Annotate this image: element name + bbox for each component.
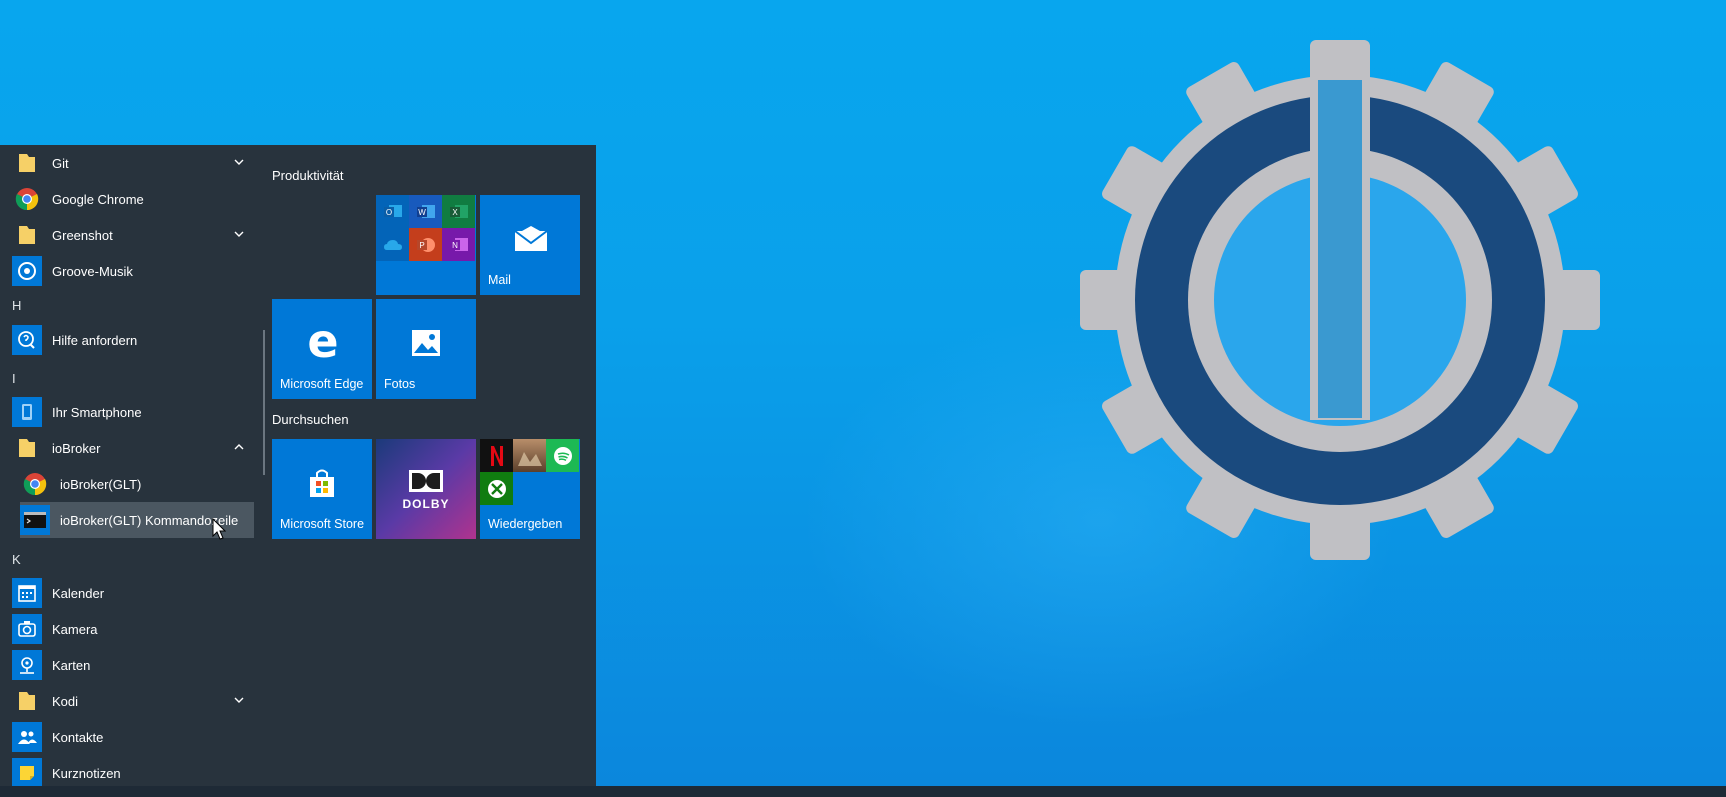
app-list: Git Google Chrome Greenshot Groove-Musik…: [0, 145, 262, 786]
app-label: Groove-Musik: [52, 263, 133, 279]
app-item-git[interactable]: Git: [0, 145, 254, 181]
contacts-icon: [12, 722, 42, 752]
folder-icon: [12, 686, 42, 716]
letter-header-k[interactable]: K: [12, 552, 21, 567]
phone-icon: [12, 397, 42, 427]
app-label: Greenshot: [52, 227, 113, 243]
app-item-iobroker-glt[interactable]: ioBroker(GLT): [0, 466, 254, 502]
tile-microsoft-edge[interactable]: e Microsoft Edge: [272, 299, 372, 399]
app-item-kodi[interactable]: Kodi: [0, 683, 254, 719]
app-item-greenshot[interactable]: Greenshot: [0, 217, 254, 253]
app-list-scrollbar[interactable]: [263, 330, 265, 475]
letter-header-h[interactable]: H: [12, 298, 21, 313]
maps-icon: [12, 650, 42, 680]
app-label: Kalender: [52, 585, 105, 601]
mouse-cursor-icon: [212, 518, 226, 540]
onenote-icon: N: [442, 228, 475, 261]
powerpoint-letter: P: [419, 241, 424, 250]
chevron-down-icon[interactable]: [232, 227, 246, 241]
xbox-icon: [480, 472, 513, 505]
group-title-produktivitaet[interactable]: Produktivität: [272, 168, 344, 183]
chevron-down-icon[interactable]: [232, 155, 246, 169]
app-item-google-chrome[interactable]: Google Chrome: [0, 181, 254, 217]
powerpoint-icon: P: [409, 228, 442, 261]
edge-icon: e: [307, 314, 339, 368]
excel-icon: X: [442, 195, 475, 228]
app-label: Karten: [52, 657, 91, 673]
word-letter: W: [418, 208, 426, 217]
app-item-hilfe-anfordern[interactable]: Hilfe anfordern: [0, 322, 254, 358]
help-icon: [12, 325, 42, 355]
app-item-kontakte[interactable]: Kontakte: [0, 719, 254, 755]
app-item-kamera[interactable]: Kamera: [0, 611, 254, 647]
camera-icon: [12, 614, 42, 644]
group-title-durchsuchen[interactable]: Durchsuchen: [272, 412, 349, 427]
app-label: Kodi: [52, 693, 79, 709]
taskbar[interactable]: [0, 786, 1726, 797]
app-label: Kontakte: [52, 729, 104, 745]
spotify-icon: [546, 439, 579, 472]
onedrive-icon: [376, 228, 409, 261]
app-label: Google Chrome: [52, 191, 144, 207]
word-icon: W: [409, 195, 442, 228]
app-item-ihr-smartphone[interactable]: Ihr Smartphone: [0, 394, 254, 430]
app-item-iobroker[interactable]: ioBroker: [0, 430, 254, 466]
tile-label: Mail: [488, 273, 511, 287]
tile-wiedergeben[interactable]: Wiedergeben: [480, 439, 580, 539]
outlook-icon: O: [376, 195, 409, 228]
calendar-icon: [12, 578, 42, 608]
iobroker-gear-logo: [1080, 40, 1600, 560]
mail-icon: [514, 226, 548, 251]
tile-dolby[interactable]: DOLBY: [376, 439, 476, 539]
tile-label: Microsoft Store: [280, 517, 365, 531]
dolby-icon: [409, 470, 443, 492]
photos-icon: [412, 330, 440, 356]
app-label: Kamera: [52, 621, 98, 637]
chrome-icon: [20, 469, 50, 499]
tile-label: Wiedergeben: [488, 517, 563, 531]
tile-label: Microsoft Edge: [280, 377, 364, 391]
excel-letter: X: [452, 208, 458, 217]
app-item-kurznotizen[interactable]: Kurznotizen: [0, 755, 254, 786]
tile-label: Fotos: [384, 377, 416, 391]
netflix-icon: [480, 439, 513, 472]
folder-icon: [12, 148, 42, 178]
app-item-karten[interactable]: Karten: [0, 647, 254, 683]
app-label: Kurznotizen: [52, 765, 121, 781]
app-label: ioBroker: [52, 440, 101, 456]
chevron-up-icon[interactable]: [232, 440, 246, 454]
game-thumbnail-icon: [513, 439, 546, 472]
app-label: Git: [52, 155, 69, 171]
app-label: ioBroker(GLT): [60, 476, 142, 492]
tile-office-apps[interactable]: O W X P N: [376, 195, 476, 295]
outlook-letter: O: [385, 208, 391, 217]
chevron-down-icon[interactable]: [232, 693, 246, 707]
tile-mail[interactable]: Mail: [480, 195, 580, 295]
app-item-kalender[interactable]: Kalender: [0, 575, 254, 611]
letter-header-i[interactable]: I: [12, 371, 16, 386]
app-item-groove-musik[interactable]: Groove-Musik: [0, 253, 254, 289]
onenote-letter: N: [452, 241, 458, 250]
sticky-notes-icon: [12, 758, 42, 786]
folder-icon: [12, 220, 42, 250]
tile-fotos[interactable]: Fotos: [376, 299, 476, 399]
start-menu: Git Google Chrome Greenshot Groove-Musik…: [0, 145, 596, 786]
app-label: Ihr Smartphone: [52, 404, 142, 420]
app-label: Hilfe anfordern: [52, 332, 138, 348]
chrome-icon: [12, 184, 42, 214]
groove-icon: [12, 256, 42, 286]
folder-icon: [12, 433, 42, 463]
dolby-label: DOLBY: [402, 497, 450, 511]
store-icon: [310, 469, 334, 497]
console-icon: [20, 505, 50, 535]
tile-microsoft-store[interactable]: Microsoft Store: [272, 439, 372, 539]
